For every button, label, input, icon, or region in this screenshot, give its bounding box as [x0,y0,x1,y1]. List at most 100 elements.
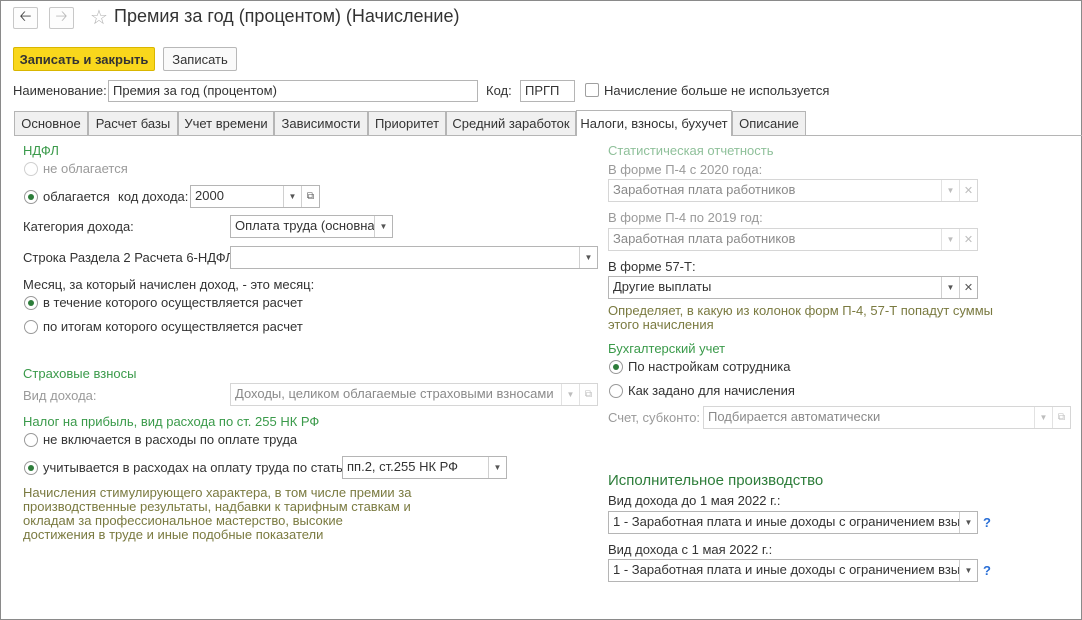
tab-average-earnings[interactable]: Средний заработок [446,111,576,135]
income-code-label: код дохода: [118,189,189,204]
profit-tax-note-line: производственные результаты, надбавки к … [23,499,411,514]
stats-section-title: Статистическая отчетность [608,143,774,158]
chevron-down-icon[interactable]: ▼ [959,512,977,533]
month-question-label: Месяц, за который начислен доход, - это … [23,277,315,292]
chevron-down-icon[interactable]: ▼ [488,457,506,478]
tab-main[interactable]: Основное [14,111,88,135]
accounting-employee-label: По настройкам сотрудника [628,359,791,374]
enforcement-after-help-icon[interactable]: ? [983,563,991,578]
code-input[interactable]: ПРГП [520,80,575,102]
forward-arrow-icon[interactable]: 🡢 [49,7,74,29]
income-code-value: 2000 [195,188,224,203]
tab-base-calc[interactable]: Расчет базы [88,111,178,135]
chevron-down-icon[interactable]: ▼ [1034,407,1052,428]
tab-description[interactable]: Описание [732,111,806,135]
tab-priority[interactable]: Приоритет [368,111,446,135]
p4-2019-select[interactable]: Заработная плата работников ▼ ✕ [608,228,978,251]
enforcement-before-select[interactable]: 1 - Заработная плата и иные доходы с огр… [608,511,978,534]
window-title: Премия за год (процентом) (Начисление) [114,6,460,26]
save-and-close-button[interactable]: Записать и закрыть [13,47,155,71]
chevron-down-icon[interactable]: ▼ [941,229,959,250]
ndfl-taxed-label: облагается [43,189,110,204]
ndfl-taxed-radio[interactable] [24,190,38,204]
chevron-down-icon[interactable]: ▼ [374,216,392,237]
clear-icon[interactable]: ✕ [959,229,977,250]
enforcement-before-value: 1 - Заработная плата и иные доходы с огр… [613,514,978,529]
insurance-income-type-select[interactable]: Доходы, целиком облагаемые страховыми вз… [230,383,598,406]
income-code-field[interactable]: 2000 ▼ ⧉ [190,185,320,208]
chevron-down-icon[interactable]: ▼ [561,384,579,405]
f57-label: В форме 57-Т: [608,259,696,274]
chevron-down-icon[interactable]: ▼ [283,186,301,207]
income-category-value: Оплата труда (основная [235,218,382,233]
stats-note-line: Определяет, в какую из колонок форм П-4,… [608,303,994,318]
accounting-accrual-label: Как задано для начисления [628,383,795,398]
profit-tax-excluded-radio[interactable] [24,433,38,447]
f57-select[interactable]: Другие выплаты ▼ ✕ [608,276,978,299]
chevron-down-icon[interactable]: ▼ [941,277,959,298]
favorite-star-icon[interactable]: ☆ [90,5,108,30]
p4-2019-label: В форме П-4 по 2019 год: [608,210,763,225]
profit-tax-article-select[interactable]: пп.2, ст.255 НК РФ ▼ [342,456,507,479]
chevron-down-icon[interactable]: ▼ [579,247,597,268]
open-form-icon[interactable]: ⧉ [301,186,319,207]
ndfl-section-title: НДФЛ [23,143,59,158]
ndfl-line-select[interactable]: ▼ [230,246,598,269]
enforcement-before-label: Вид дохода до 1 мая 2022 г.: [608,493,781,508]
profit-tax-section-title: Налог на прибыль, вид расхода по ст. 255… [23,414,320,429]
month-current-label: в течение которого осуществляется расчет [43,295,303,310]
accounting-employee-radio[interactable] [609,360,623,374]
insurance-income-type-value: Доходы, целиком облагаемые страховыми вз… [235,386,554,401]
enforcement-section-title: Исполнительное производство [608,472,824,489]
chevron-down-icon[interactable]: ▼ [959,560,977,581]
profit-tax-included-radio[interactable] [24,461,38,475]
tab-time-tracking[interactable]: Учет времени [178,111,274,135]
profit-tax-included-label: учитывается в расходах на оплату труда п… [43,460,354,475]
enforcement-after-label: Вид дохода с 1 мая 2022 г.: [608,542,773,557]
tab-dependencies[interactable]: Зависимости [274,111,368,135]
profit-tax-article-value: пп.2, ст.255 НК РФ [347,459,459,474]
tab-taxes-accounting[interactable]: Налоги, взносы, бухучет [576,110,732,136]
clear-icon[interactable]: ✕ [959,277,977,298]
name-label: Наименование: [13,83,107,98]
code-label: Код: [486,83,512,98]
accounting-section-title: Бухгалтерский учет [608,341,726,356]
save-button[interactable]: Записать [163,47,237,71]
month-results-radio[interactable] [24,320,38,334]
unused-label: Начисление больше не используется [604,83,830,98]
month-current-radio[interactable] [24,296,38,310]
ndfl-not-taxed-radio[interactable] [24,162,38,176]
p4-2020-label: В форме П-4 с 2020 года: [608,162,763,177]
p4-2020-value: Заработная плата работников [613,182,796,197]
insurance-section-title: Страховые взносы [23,366,137,381]
back-arrow-icon[interactable]: 🡠 [13,7,38,29]
p4-2019-value: Заработная плата работников [613,231,796,246]
income-category-select[interactable]: Оплата труда (основная ▼ [230,215,393,238]
profit-tax-note: Начисления стимулирующего характера, в т… [23,486,411,542]
p4-2020-select[interactable]: Заработная плата работников ▼ ✕ [608,179,978,202]
chevron-down-icon[interactable]: ▼ [941,180,959,201]
profit-tax-excluded-label: не включается в расходы по оплате труда [43,432,298,447]
open-form-icon[interactable]: ⧉ [1052,407,1070,428]
tab-divider [14,135,1082,136]
ndfl-not-taxed-label: не облагается [43,161,128,176]
income-category-label: Категория дохода: [23,219,134,234]
open-form-icon[interactable]: ⧉ [579,384,597,405]
unused-checkbox[interactable] [585,83,599,97]
accounting-accrual-radio[interactable] [609,384,623,398]
enforcement-before-help-icon[interactable]: ? [983,515,991,530]
ndfl-line-label: Строка Раздела 2 Расчета 6-НДФЛ: [23,250,238,265]
enforcement-after-value: 1 - Заработная плата и иные доходы с огр… [613,562,978,577]
account-select[interactable]: Подбирается автоматически ▼ ⧉ [703,406,1071,429]
insurance-income-type-label: Вид дохода: [23,388,97,403]
profit-tax-note-line: окладам за профессиональное мастерство, … [23,513,343,528]
stats-note: Определяет, в какую из колонок форм П-4,… [608,304,993,332]
stats-note-line: этого начисления [608,317,714,332]
clear-icon[interactable]: ✕ [959,180,977,201]
name-input[interactable]: Премия за год (процентом) [108,80,478,102]
enforcement-after-select[interactable]: 1 - Заработная плата и иные доходы с огр… [608,559,978,582]
f57-value: Другие выплаты [613,279,712,294]
month-results-label: по итогам которого осуществляется расчет [43,319,303,334]
account-label: Счет, субконто: [608,410,701,425]
profit-tax-note-line: Начисления стимулирующего характера, в т… [23,485,412,500]
